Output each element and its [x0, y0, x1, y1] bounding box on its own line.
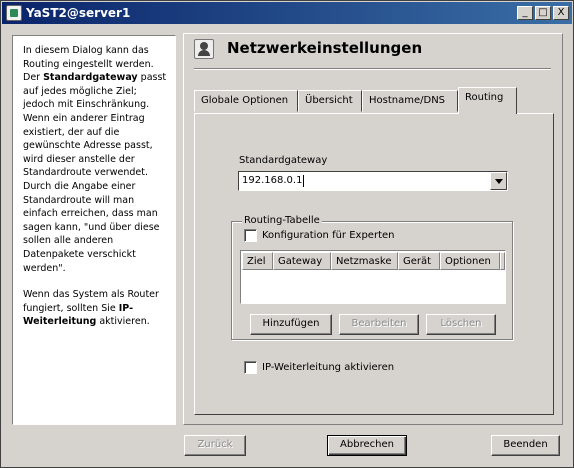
back-button[interactable]: Zurück — [184, 435, 246, 456]
expert-config-checkbox[interactable] — [244, 229, 257, 242]
routing-table[interactable]: Ziel Gateway Netzmaske Gerät Optionen — [240, 250, 506, 304]
cancel-button[interactable]: Abbrechen — [327, 435, 407, 456]
gateway-input[interactable]: 192.168.0.1 — [242, 175, 302, 186]
page-title: Netzwerkeinstellungen — [227, 39, 423, 57]
minimize-button[interactable]: _ — [517, 6, 533, 20]
help-panel: In diesem Dialog kann das Routing einges… — [12, 35, 176, 425]
title-divider — [194, 68, 551, 70]
column-header-geraet[interactable]: Gerät — [398, 252, 440, 270]
yast-app-icon — [6, 5, 22, 21]
network-settings-icon — [194, 39, 214, 59]
ip-forwarding-label[interactable]: IP-Weiterleitung aktivieren — [262, 362, 394, 373]
column-header-optionen[interactable]: Optionen — [440, 252, 500, 270]
help-paragraph-routing: In diesem Dialog kann das Routing einges… — [23, 45, 167, 274]
chevron-down-icon[interactable] — [490, 172, 507, 190]
gateway-label: Standardgateway — [239, 155, 328, 166]
tab-globale-optionen[interactable]: Globale Optionen — [194, 90, 298, 112]
expert-config-label[interactable]: Konfiguration für Experten — [262, 230, 394, 241]
add-button[interactable]: Hinzufügen — [250, 314, 332, 335]
column-header-gateway[interactable]: Gateway — [273, 252, 331, 270]
edit-button[interactable]: Bearbeiten — [339, 314, 419, 335]
gateway-combobox[interactable]: 192.168.0.1 — [238, 171, 508, 191]
window-title: YaST2@server1 — [26, 6, 131, 20]
close-button[interactable]: X — [553, 6, 569, 20]
tab-uebersicht[interactable]: Übersicht — [298, 90, 362, 112]
column-header-netzmaske[interactable]: Netzmaske — [331, 252, 398, 270]
tab-routing[interactable]: Routing — [458, 87, 517, 114]
routing-table-group-label: Routing-Tabelle — [242, 215, 322, 226]
column-header-filler — [500, 252, 505, 270]
ip-forwarding-checkbox[interactable] — [244, 361, 257, 374]
yast-window: YaST2@server1 _ □ X In diesem Dialog kan… — [0, 0, 574, 468]
text-cursor — [303, 175, 304, 187]
finish-button[interactable]: Beenden — [491, 435, 560, 456]
delete-button[interactable]: Löschen — [426, 314, 496, 335]
tab-hostname-dns[interactable]: Hostname/DNS — [362, 90, 458, 112]
help-paragraph-router: Wenn das System als Router fungiert, sol… — [23, 289, 159, 328]
title-bar[interactable]: YaST2@server1 _ □ X — [2, 2, 572, 24]
maximize-button[interactable]: □ — [535, 6, 551, 20]
column-header-ziel[interactable]: Ziel — [242, 252, 273, 270]
